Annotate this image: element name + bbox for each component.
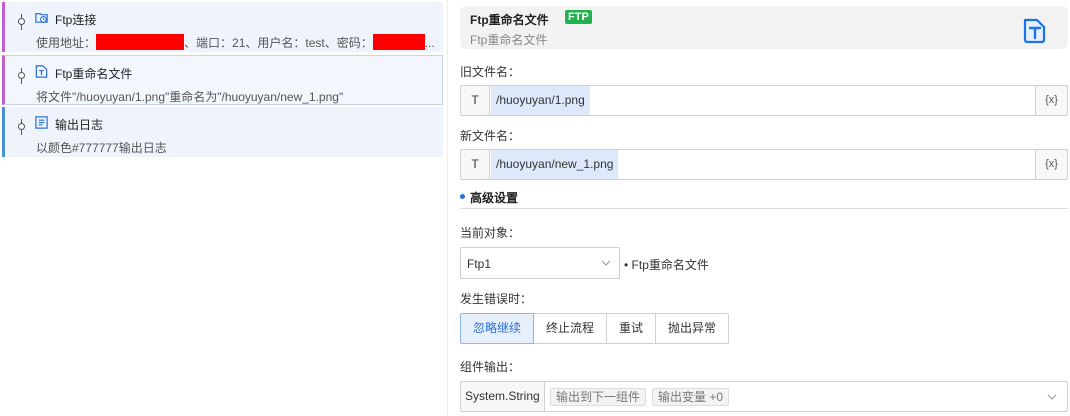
flow-item-title: Ftp连接 xyxy=(55,13,97,27)
old-name-value[interactable]: /huoyuyan/1.png xyxy=(491,86,590,115)
flow-connector xyxy=(17,119,26,135)
redacted-password xyxy=(372,34,425,50)
component-header: Ftp重命名文件 FTP Ftp重命名文件 xyxy=(460,6,1068,49)
chevron-down-icon xyxy=(1047,394,1057,400)
advanced-settings-section[interactable]: 高级设置 xyxy=(460,188,1068,209)
flow-item-desc: 将文件"/huoyuyan/1.png"重命名为"/huoyuyan/new_1… xyxy=(36,90,344,104)
redacted-address xyxy=(96,34,185,50)
on-error-retry-button[interactable]: 重试 xyxy=(606,313,657,344)
flow-item-desc: 使用地址： 、端口：21、用户名：test、密码：... xyxy=(36,34,435,51)
property-panel: Ftp重命名文件 FTP Ftp重命名文件 旧文件名： T /huoyuyan/… xyxy=(447,0,1070,416)
text-type-prefix: T xyxy=(461,150,490,179)
text-type-prefix: T xyxy=(461,86,490,115)
on-error-options: 忽略继续 终止流程 重试 抛出异常 xyxy=(460,313,730,344)
log-icon xyxy=(35,116,48,129)
flow-list: Ftp连接 使用地址： 、端口：21、用户名：test、密码：... Ftp重命名… xyxy=(0,0,444,416)
on-error-label: 发生错误时： xyxy=(460,292,533,306)
new-name-label: 新文件名： xyxy=(460,129,521,143)
desc-suffix: ... xyxy=(424,36,435,50)
flow-item-desc: 以颜色#777777输出日志 xyxy=(36,141,167,155)
output-tag-next-component[interactable]: 输出到下一组件 xyxy=(550,388,647,406)
chevron-down-icon xyxy=(601,260,611,266)
current-object-value: Ftp1 xyxy=(467,257,492,271)
on-error-throw-button[interactable]: 抛出异常 xyxy=(655,313,730,344)
output-tag-variable[interactable]: 输出变量 +0 xyxy=(652,388,730,406)
component-title: Ftp重命名文件 xyxy=(470,13,549,27)
current-object-select[interactable]: Ftp1 xyxy=(460,247,620,279)
old-name-label: 旧文件名： xyxy=(460,65,521,79)
component-subtitle: Ftp重命名文件 xyxy=(470,33,548,47)
flow-connector xyxy=(17,68,26,84)
new-name-field[interactable]: T /huoyuyan/new_1.png {x} xyxy=(460,149,1068,180)
ftp-file-icon xyxy=(1023,18,1046,44)
advanced-settings-title: 高级设置 xyxy=(470,191,519,205)
flow-connector xyxy=(17,14,26,30)
current-object-note: • Ftp重命名文件 xyxy=(624,258,709,272)
new-name-value[interactable]: /huoyuyan/new_1.png xyxy=(491,150,619,179)
ftp-connect-icon xyxy=(35,13,48,23)
ftp-badge: FTP xyxy=(565,10,592,24)
section-bullet xyxy=(460,194,465,199)
desc-prefix: 使用地址： xyxy=(36,36,97,50)
old-name-field[interactable]: T /huoyuyan/1.png {x} xyxy=(460,85,1068,116)
flow-item-ftp-connect[interactable]: Ftp连接 使用地址： 、端口：21、用户名：test、密码：... xyxy=(2,2,443,52)
component-output-select[interactable]: System.String 输出到下一组件 输出变量 +0 xyxy=(460,381,1068,412)
on-error-stop-button[interactable]: 终止流程 xyxy=(533,313,608,344)
current-object-label: 当前对象： xyxy=(460,226,521,240)
on-error-ignore-button[interactable]: 忽略继续 xyxy=(460,313,535,344)
insert-variable-button[interactable]: {x} xyxy=(1035,150,1067,179)
desc-mid: 、端口：21、用户名：test、密码： xyxy=(184,36,373,50)
flow-item-title: Ftp重命名文件 xyxy=(55,67,133,81)
output-label: 组件输出： xyxy=(460,360,521,374)
flow-item-output-log[interactable]: 输出日志 以颜色#777777输出日志 xyxy=(2,107,443,157)
flow-item-ftp-rename[interactable]: Ftp重命名文件 将文件"/huoyuyan/1.png"重命名为"/huoyu… xyxy=(2,55,443,105)
ftp-file-icon xyxy=(35,65,48,78)
output-type: System.String xyxy=(461,382,545,411)
flow-item-title: 输出日志 xyxy=(55,118,104,132)
insert-variable-button[interactable]: {x} xyxy=(1035,86,1067,115)
